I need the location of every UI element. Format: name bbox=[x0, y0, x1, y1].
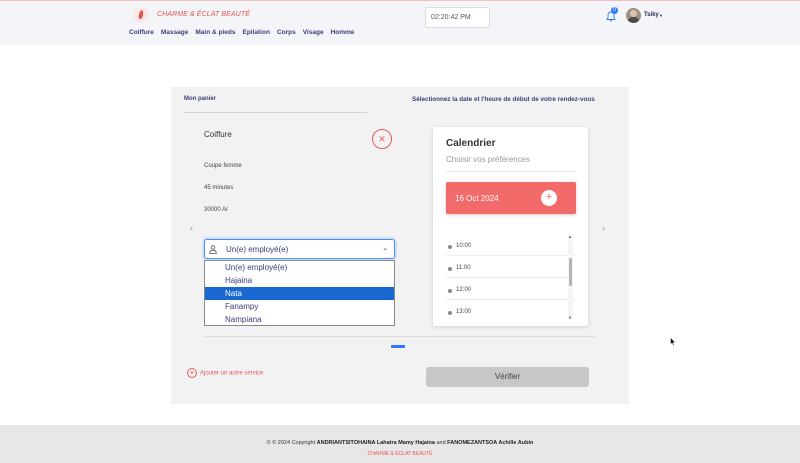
time-slot[interactable]: 10:00 bbox=[446, 234, 576, 256]
carousel-indicator[interactable] bbox=[391, 345, 405, 348]
employee-option[interactable]: Fanampy bbox=[205, 300, 394, 313]
notification-badge: 0 bbox=[611, 7, 618, 14]
nav-item-homme[interactable]: Homme bbox=[331, 29, 355, 36]
copyright-prefix: © © 2024 Copyright bbox=[266, 440, 316, 446]
divider bbox=[204, 336, 595, 337]
bullet-icon bbox=[448, 267, 452, 271]
time-slot[interactable]: 11:00 bbox=[446, 256, 576, 278]
bullet-icon bbox=[448, 289, 452, 293]
nav-item-corps[interactable]: Corps bbox=[277, 29, 296, 36]
author-1: ANDRIANTSITOHAINA Lahatra Mamy Hajaina bbox=[316, 440, 435, 446]
service-price: 30000 Ar bbox=[204, 207, 229, 213]
add-service-link[interactable]: + Ajouter un autre service bbox=[187, 368, 263, 378]
time-list-scrollbar[interactable]: ▲ ▼ bbox=[568, 234, 573, 320]
nav-item-massage[interactable]: Massage bbox=[161, 29, 188, 36]
user-icon bbox=[209, 245, 217, 254]
service-duration: 45 minutes bbox=[204, 185, 234, 191]
employee-option[interactable]: Nampiana bbox=[205, 313, 394, 326]
cart-title: Mon panier bbox=[184, 96, 217, 102]
plus-circle-icon: + bbox=[187, 368, 197, 378]
selected-date: 16 Oct 2024 bbox=[455, 194, 499, 203]
and-text: and bbox=[436, 440, 446, 446]
time-slot-label: 13:00 bbox=[456, 309, 472, 315]
time-slot-label: 10:00 bbox=[456, 243, 472, 249]
nav-item-main-pieds[interactable]: Main & pieds bbox=[195, 29, 235, 36]
calendar-title: Calendrier bbox=[446, 138, 496, 149]
scheduler-title: Sélectionnez la date et l'heure de début… bbox=[412, 96, 595, 103]
scroll-down-icon[interactable]: ▼ bbox=[568, 315, 572, 320]
booking-panel: Mon panier Sélectionnez la date et l'heu… bbox=[171, 87, 629, 404]
employee-option[interactable]: Hajaina bbox=[205, 274, 394, 287]
nav-item-visage[interactable]: Visage bbox=[303, 29, 324, 36]
add-service-label: Ajouter un autre service bbox=[200, 370, 264, 377]
chevron-down-icon: ⌄ bbox=[382, 245, 388, 252]
author-2: FANOMEZANTSOA Achille Aubin bbox=[447, 440, 534, 446]
employee-option[interactable]: Un(e) employé(e) bbox=[205, 261, 394, 274]
caret-down-icon[interactable]: ▼ bbox=[659, 13, 663, 18]
bullet-icon bbox=[448, 245, 452, 249]
brand-name[interactable]: CHARME & ÉCLAT BEAUTÉ bbox=[157, 11, 250, 18]
footer-brand[interactable]: CHARME & ÉCLAT BEAUTÉ bbox=[0, 451, 800, 457]
calendar-subtitle: Choisir vos préférences bbox=[446, 155, 531, 164]
footer: © © 2024 Copyright ANDRIANTSITOHAINA Lah… bbox=[0, 425, 800, 463]
employee-select[interactable]: Un(e) employé(e) ⌄ bbox=[204, 239, 395, 259]
divider bbox=[184, 112, 367, 113]
bullet-icon bbox=[448, 311, 452, 315]
nav-item-epilation[interactable]: Epilation bbox=[242, 29, 269, 36]
chevron-left-icon[interactable]: ‹ bbox=[190, 223, 193, 233]
top-header: CHARME & ÉCLAT BEAUTÉ Coiffure Massage M… bbox=[0, 0, 800, 45]
mouse-cursor-icon bbox=[670, 337, 676, 346]
time-slot-label: 12:00 bbox=[456, 287, 472, 293]
time-slot[interactable]: 13:00 bbox=[446, 300, 576, 320]
avatar[interactable] bbox=[626, 8, 641, 23]
employee-dropdown-list: Un(e) employé(e) Hajaina Nata Fanampy Na… bbox=[204, 260, 395, 326]
service-type: Coupe femme bbox=[204, 163, 242, 169]
time-slot-label: 11:00 bbox=[456, 265, 471, 271]
scroll-up-icon[interactable]: ▲ bbox=[568, 234, 572, 239]
date-picker[interactable]: 16 Oct 2024 + bbox=[446, 182, 576, 214]
service-name: Coiffure bbox=[204, 130, 232, 139]
divider bbox=[446, 171, 576, 172]
employee-select-value: Un(e) employé(e) bbox=[226, 245, 289, 254]
nav-item-coiffure[interactable]: Coiffure bbox=[129, 29, 154, 36]
time-slot-list[interactable]: 10:00 11:00 12:00 13:00 bbox=[446, 234, 576, 320]
copyright: © © 2024 Copyright ANDRIANTSITOHAINA Lah… bbox=[0, 440, 800, 446]
employee-option-highlighted[interactable]: Nata bbox=[205, 287, 394, 300]
verify-button[interactable]: Vérifier bbox=[426, 367, 589, 387]
close-icon: ✕ bbox=[378, 134, 386, 144]
calendar-card: Calendrier Choisir vos préférences 16 Oc… bbox=[433, 127, 588, 326]
plus-icon[interactable]: + bbox=[541, 190, 557, 206]
remove-service-button[interactable]: ✕ bbox=[372, 129, 392, 149]
main-nav: Coiffure Massage Main & pieds Epilation … bbox=[129, 29, 361, 36]
time-slot[interactable]: 12:00 bbox=[446, 278, 576, 300]
chevron-right-icon[interactable]: › bbox=[602, 223, 605, 233]
scrollbar-thumb[interactable] bbox=[569, 258, 572, 286]
user-name[interactable]: Tsiky bbox=[644, 12, 659, 18]
logo-icon[interactable] bbox=[133, 7, 149, 23]
clock-display: 02:20:42 PM bbox=[425, 7, 490, 28]
